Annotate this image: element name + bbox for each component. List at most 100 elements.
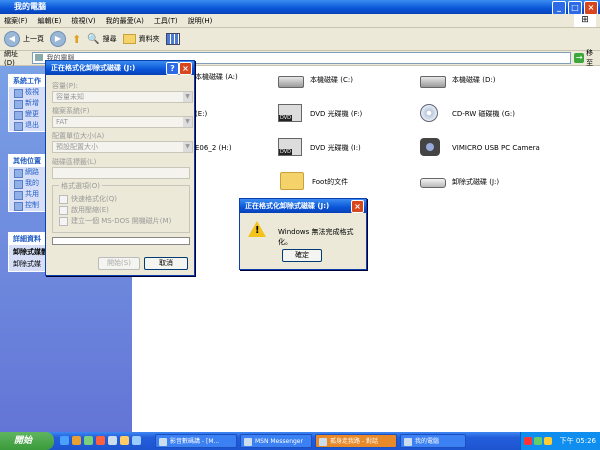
tray-icon[interactable]: [534, 437, 542, 445]
quicklaunch-messenger-icon[interactable]: [84, 436, 93, 445]
search-label: 搜尋: [102, 35, 117, 43]
compression-checkbox[interactable]: 啟用壓縮(E): [59, 205, 109, 215]
hard-disk-icon: [278, 76, 304, 88]
menu-file[interactable]: 檔案(F): [4, 16, 28, 26]
format-dialog-close-button[interactable]: ×: [179, 62, 192, 75]
up-folder-icon[interactable]: ⬆: [72, 33, 81, 46]
task-button[interactable]: 我的電腦: [400, 434, 466, 448]
usb-camera[interactable]: VIMICRO USB PC Camera: [420, 138, 540, 158]
boot-disk-checkbox[interactable]: 建立一個 MS-DOS 開機磁片(M): [59, 216, 171, 226]
task-button-active[interactable]: 孤身走我路 - 對話: [315, 434, 397, 448]
window-titlebar[interactable]: 我的電腦 _ □ ×: [0, 0, 600, 15]
tray-icon[interactable]: [524, 437, 532, 445]
capacity-value: 容量未知: [56, 93, 84, 101]
filesystem-label: 檔案系統(F): [52, 107, 90, 115]
menu-edit[interactable]: 編輯(E): [38, 16, 62, 26]
drive-g-label: CD-RW 磁碟機 (G:): [452, 110, 515, 118]
cancel-button[interactable]: 取消: [144, 257, 188, 270]
quicklaunch-media-icon[interactable]: [72, 436, 81, 445]
checkbox-icon: [59, 205, 68, 215]
chat-icon: [319, 438, 327, 446]
volume-label-input[interactable]: [52, 167, 190, 179]
chevron-down-icon: ▼: [183, 117, 192, 127]
help-button[interactable]: ?: [166, 62, 179, 75]
error-dialog-close-button[interactable]: ×: [351, 200, 364, 213]
windows-logo-icon: ⊞: [574, 14, 596, 27]
start-label: 開始: [14, 436, 33, 446]
cd-drive-icon: [420, 104, 438, 122]
back-button[interactable]: ◀ 上一頁: [4, 31, 44, 47]
quicklaunch-app-icon[interactable]: [96, 436, 105, 445]
hard-disk-icon: [420, 76, 446, 88]
start-format-button[interactable]: 開始(S): [98, 257, 140, 270]
format-dialog-titlebar[interactable]: 正在格式化卸除式磁碟 (J:) ? ×: [46, 61, 194, 75]
maximize-button[interactable]: □: [568, 1, 582, 15]
address-label: 網址(D): [4, 50, 18, 67]
forward-arrow-icon[interactable]: ▶: [50, 31, 66, 47]
taskbar: 開始 影音數碼講 - [M... MSN Messenger 孤身走我路 - 對…: [0, 432, 600, 450]
computer-icon: [404, 438, 412, 446]
views-icon[interactable]: [165, 33, 180, 45]
allocation-value: 預設配置大小: [56, 143, 98, 151]
drive-g[interactable]: CD-RW 磁碟機 (G:): [420, 104, 515, 124]
capacity-label: 容量(P):: [52, 82, 79, 90]
search-icon: 🔍: [87, 33, 100, 45]
quicklaunch-folder-icon[interactable]: [120, 436, 129, 445]
drive-i-label: DVD 光碟機 (I:): [310, 144, 361, 152]
error-dialog-title: 正在格式化卸除式磁碟 (J:): [245, 202, 330, 210]
drive-j-label: 卸除式磁碟 (J:): [452, 178, 500, 186]
task-button[interactable]: MSN Messenger: [240, 434, 312, 448]
menu-view[interactable]: 檢視(V): [71, 16, 95, 26]
go-button[interactable]: → 移至: [574, 48, 600, 68]
close-button[interactable]: ×: [584, 1, 598, 15]
allocation-label: 配置單位大小(A): [52, 132, 105, 140]
format-progress-bar: [52, 237, 190, 245]
drive-e[interactable]: (E:): [195, 110, 207, 118]
messenger-icon: [244, 438, 252, 446]
allocation-select[interactable]: 預設配置大小 ▼: [52, 141, 193, 153]
search-button[interactable]: 🔍 搜尋: [87, 34, 116, 45]
start-button[interactable]: 開始: [0, 432, 54, 450]
menu-help[interactable]: 說明(H): [188, 16, 213, 26]
clock[interactable]: 下午 05:26: [560, 437, 596, 445]
drive-i[interactable]: DVD 光碟機 (I:): [278, 138, 361, 158]
drive-d-label: 本機磁碟 (D:): [452, 76, 496, 84]
foot-documents[interactable]: Foot的文件: [280, 172, 348, 192]
drive-d[interactable]: 本機磁碟 (D:): [420, 70, 495, 90]
drive-c[interactable]: 本機磁碟 (C:): [278, 70, 353, 90]
quicklaunch-ie-icon[interactable]: [60, 436, 69, 445]
drive-h[interactable]: E06_2 (H:): [195, 144, 232, 152]
drive-h-label: E06_2 (H:): [195, 144, 232, 152]
folders-button[interactable]: 資料夾: [122, 34, 160, 44]
drive-f[interactable]: DVD 光碟機 (F:): [278, 104, 362, 124]
drive-a[interactable]: 本機磁碟 (A:): [195, 72, 238, 82]
compression-label: 啟用壓縮(E): [71, 206, 109, 214]
boot-disk-label: 建立一個 MS-DOS 開機磁片(M): [71, 217, 172, 225]
quick-format-checkbox[interactable]: 快速格式化(Q): [59, 194, 117, 204]
ok-button[interactable]: 確定: [282, 249, 322, 262]
filesystem-select[interactable]: FAT ▼: [52, 116, 193, 128]
capacity-select[interactable]: 容量未知 ▼: [52, 91, 193, 103]
chevron-down-icon: ▼: [183, 142, 192, 152]
menu-favorites[interactable]: 我的最愛(A): [106, 16, 144, 26]
quicklaunch-desktop-icon[interactable]: [108, 436, 117, 445]
window-title: 我的電腦: [14, 2, 46, 11]
task-label: MSN Messenger: [255, 438, 303, 445]
go-arrow-icon: →: [574, 53, 585, 63]
chevron-down-icon: ▼: [183, 92, 192, 102]
warning-exclamation: !: [255, 225, 260, 236]
drive-j[interactable]: 卸除式磁碟 (J:): [420, 172, 499, 192]
menu-tools[interactable]: 工具(T): [154, 16, 178, 26]
quicklaunch-app-icon[interactable]: [132, 436, 141, 445]
error-dialog-titlebar[interactable]: 正在格式化卸除式磁碟 (J:) ×: [240, 199, 366, 213]
folder-icon: [122, 34, 136, 44]
tray-icon[interactable]: [544, 437, 552, 445]
task-button[interactable]: 影音數碼講 - [M...: [155, 434, 237, 448]
folder-icon: [280, 172, 304, 190]
task-label: 我的電腦: [415, 438, 440, 445]
minimize-button[interactable]: _: [552, 1, 566, 15]
format-dialog-title: 正在格式化卸除式磁碟 (J:): [51, 64, 136, 72]
go-label: 移至: [586, 49, 594, 67]
filesystem-value: FAT: [56, 118, 68, 126]
drive-a-label: 本機磁碟 (A:): [195, 73, 238, 81]
